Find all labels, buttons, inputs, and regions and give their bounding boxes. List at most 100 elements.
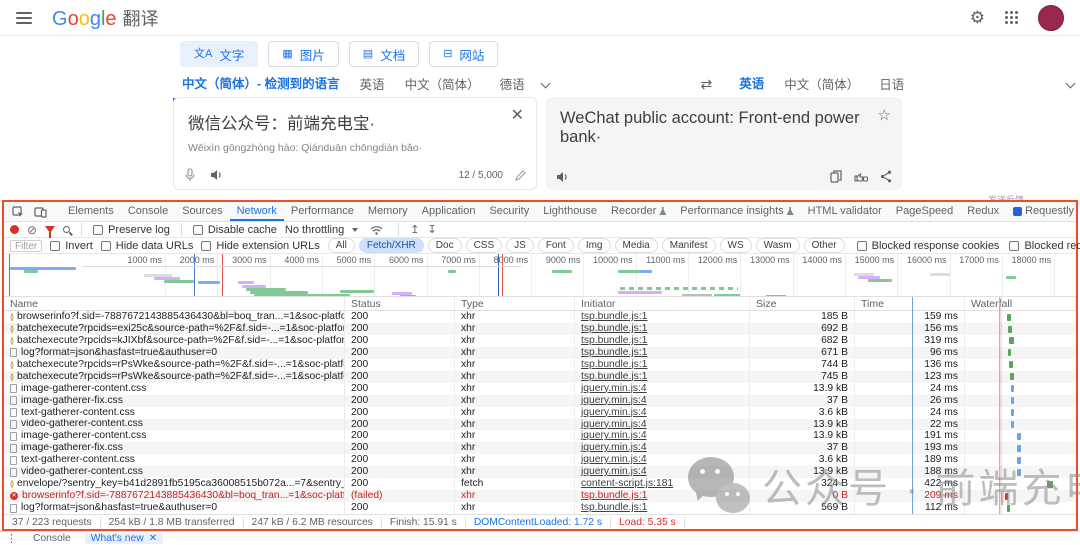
request-row[interactable]: image-gatherer-content.css200xhrjquery.m… — [4, 430, 1076, 442]
request-row[interactable]: text-gatherer-content.css200xhrjquery.mi… — [4, 454, 1076, 466]
throttling-select[interactable]: No throttling — [285, 224, 358, 236]
inspect-icon[interactable] — [8, 206, 28, 218]
request-row[interactable]: video-gatherer-content.css200xhrjquery.m… — [4, 466, 1076, 478]
devtools-tab-performance-insights[interactable]: Performance insights — [673, 202, 800, 221]
source-text[interactable]: 微信公众号：前端充电宝· — [174, 98, 536, 134]
close-icon[interactable]: ✕ — [511, 108, 524, 124]
initiator-link[interactable]: jquery.min.js:4 — [581, 407, 647, 418]
settings-icon[interactable]: ⚙ — [970, 9, 985, 26]
mode-tab-网站[interactable]: ⊟网站 — [429, 41, 498, 67]
request-row[interactable]: video-gatherer-content.css200xhrjquery.m… — [4, 419, 1076, 431]
star-icon[interactable]: ☆ — [878, 106, 891, 124]
filter-chip-all[interactable]: All — [328, 238, 355, 253]
mode-tab-文字[interactable]: 文A文字 — [180, 41, 258, 67]
request-initiator[interactable]: tsp.bundle.js:1 — [575, 347, 750, 359]
filter-checkbox-blocked-requests[interactable]: Blocked requests — [1009, 240, 1080, 252]
request-initiator[interactable]: jquery.min.js:4 — [575, 419, 750, 431]
column-header-waterfall[interactable]: Waterfall — [965, 297, 1076, 310]
request-row[interactable]: {}batchexecute?rpcids=rPsWke&source-path… — [4, 359, 1076, 371]
request-row[interactable]: {}browserinfo?f.sid=-7887672143885436430… — [4, 311, 1076, 323]
request-initiator[interactable]: jquery.min.js:4 — [575, 430, 750, 442]
target-lang-tab[interactable]: 英语 — [730, 69, 773, 101]
request-initiator[interactable]: tsp.bundle.js:1 — [575, 502, 750, 514]
chevron-down-icon[interactable] — [1066, 78, 1076, 88]
request-row[interactable]: log?format=json&hasfast=true&authuser=02… — [4, 502, 1076, 514]
request-initiator[interactable]: jquery.min.js:4 — [575, 454, 750, 466]
devtools-tab-sources[interactable]: Sources — [175, 202, 229, 221]
initiator-link[interactable]: tsp.bundle.js:1 — [581, 323, 647, 334]
devtools-tab-application[interactable]: Application — [415, 202, 483, 221]
rate-translation-icon[interactable] — [854, 171, 868, 183]
filter-checkbox-blocked-response-cookies[interactable]: Blocked response cookies — [857, 240, 1000, 252]
column-header-initiator[interactable]: Initiator — [575, 297, 750, 310]
hamburger-menu-icon[interactable] — [16, 12, 32, 24]
invert-checkbox[interactable]: Invert — [50, 240, 93, 252]
drawer-more-icon[interactable]: ⋮ — [6, 532, 17, 545]
network-conditions-icon[interactable] — [366, 225, 387, 235]
request-initiator[interactable]: tsp.bundle.js:1 — [575, 371, 750, 383]
filter-chip-media[interactable]: Media — [615, 238, 658, 253]
request-initiator[interactable]: jquery.min.js:4 — [575, 395, 750, 407]
devtools-tab-security[interactable]: Security — [482, 202, 536, 221]
initiator-link[interactable]: jquery.min.js:4 — [581, 395, 647, 406]
column-header-name[interactable]: Name — [4, 297, 345, 310]
source-lang-tab[interactable]: 德语 — [491, 70, 534, 99]
initiator-link[interactable]: tsp.bundle.js:1 — [581, 311, 647, 322]
source-text-panel[interactable]: 微信公众号：前端充电宝· ✕ Wēixìn gōngzhòng hào: Qiá… — [173, 97, 537, 190]
request-row[interactable]: {}batchexecute?rpcids=exi25c&source-path… — [4, 323, 1076, 335]
swap-languages-icon[interactable]: ⇄ — [700, 76, 712, 93]
drawer-tab-what-s-new[interactable]: What's new✕ — [85, 533, 163, 544]
target-lang-tab[interactable]: 日语 — [870, 70, 913, 99]
initiator-link[interactable]: tsp.bundle.js:1 — [581, 371, 647, 382]
request-row[interactable]: {}batchexecute?rpcids=kJIXbf&source-path… — [4, 335, 1076, 347]
devtools-tab-html-validator[interactable]: HTML validator — [801, 202, 889, 221]
filter-chip-wasm[interactable]: Wasm — [756, 238, 800, 253]
request-initiator[interactable]: jquery.min.js:4 — [575, 407, 750, 419]
initiator-link[interactable]: jquery.min.js:4 — [581, 442, 647, 453]
apps-grid-icon[interactable] — [1005, 11, 1018, 24]
initiator-link[interactable]: jquery.min.js:4 — [581, 466, 647, 477]
column-header-type[interactable]: Type — [455, 297, 575, 310]
devtools-tab-lighthouse[interactable]: Lighthouse — [536, 202, 604, 221]
speaker-icon[interactable] — [556, 171, 569, 183]
export-har-icon[interactable]: ↧ — [427, 223, 436, 236]
devtools-tab-performance[interactable]: Performance — [284, 202, 361, 221]
mode-tab-图片[interactable]: ▦图片 — [268, 41, 338, 67]
initiator-link[interactable]: tsp.bundle.js:1 — [581, 335, 647, 346]
filter-chip-font[interactable]: Font — [538, 238, 574, 253]
initiator-link[interactable]: content-script.js:181 — [581, 478, 673, 489]
request-row[interactable]: {}envelope/?sentry_key=b41d2891fb5195ca3… — [4, 478, 1076, 490]
avatar[interactable] — [1038, 5, 1064, 31]
filter-chip-other[interactable]: Other — [804, 238, 845, 253]
record-network-log-icon[interactable] — [10, 225, 19, 234]
mic-icon[interactable] — [184, 168, 196, 182]
request-initiator[interactable]: jquery.min.js:4 — [575, 442, 750, 454]
initiator-link[interactable]: tsp.bundle.js:1 — [581, 347, 647, 358]
request-row[interactable]: image-gatherer-fix.css200xhrjquery.min.j… — [4, 395, 1076, 407]
request-initiator[interactable]: content-script.js:181 — [575, 478, 750, 490]
close-icon[interactable]: ✕ — [149, 533, 157, 544]
initiator-link[interactable]: jquery.min.js:4 — [581, 383, 647, 394]
request-initiator[interactable]: tsp.bundle.js:1 — [575, 323, 750, 335]
speaker-icon[interactable] — [210, 169, 223, 181]
filter-chip-manifest[interactable]: Manifest — [662, 238, 716, 253]
request-initiator[interactable]: jquery.min.js:4 — [575, 383, 750, 395]
column-header-time[interactable]: Time — [855, 297, 965, 310]
devtools-tab-console[interactable]: Console — [121, 202, 175, 221]
filter-chip-img[interactable]: Img — [578, 238, 611, 253]
devtools-tab-requestly[interactable]: Requestly — [1006, 202, 1080, 221]
share-icon[interactable] — [880, 170, 892, 183]
filter-icon[interactable] — [45, 226, 55, 233]
request-row[interactable]: text-gatherer-content.css200xhrjquery.mi… — [4, 407, 1076, 419]
import-har-icon[interactable]: ↥ — [410, 223, 419, 236]
filter-chip-css[interactable]: CSS — [466, 238, 503, 253]
hide-extension-urls-checkbox[interactable]: Hide extension URLs — [201, 240, 319, 252]
devtools-tab-redux[interactable]: Redux — [960, 202, 1006, 221]
source-lang-tab[interactable]: 中文（简体）- 检测到的语言 — [173, 69, 349, 101]
request-initiator[interactable]: tsp.bundle.js:1 — [575, 335, 750, 347]
device-toolbar-icon[interactable] — [30, 206, 51, 218]
request-initiator[interactable]: tsp.bundle.js:1 — [575, 490, 750, 502]
devtools-tab-elements[interactable]: Elements — [61, 202, 121, 221]
request-initiator[interactable]: tsp.bundle.js:1 — [575, 359, 750, 371]
drawer-tab-console[interactable]: Console — [27, 533, 77, 544]
